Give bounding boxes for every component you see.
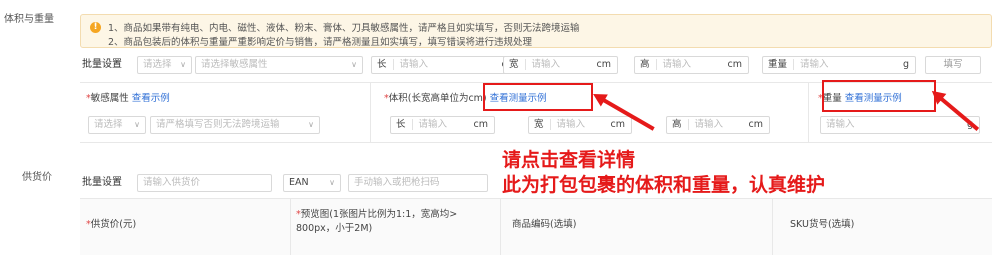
- header-label-line-1: 预览图(1张图片比例为1:1，宽高均>: [300, 209, 458, 220]
- input-placeholder: 请输入: [800, 59, 829, 70]
- input-placeholder: 请输入: [531, 59, 561, 70]
- annotation-text-line-2: 此为打包包裹的体积和重量，认真维护: [502, 174, 826, 196]
- unit-cm: cm: [727, 59, 742, 70]
- view-example-link[interactable]: 查看示例: [132, 93, 170, 104]
- select-placeholder: 请严格填写否则无法跨境运输: [156, 119, 280, 130]
- chevron-down-icon: ∨: [329, 178, 335, 187]
- column-divider: [370, 82, 371, 142]
- row-length-input[interactable]: 长请输入 cm: [390, 116, 495, 134]
- table-bottom-border: [80, 142, 992, 143]
- chevron-down-icon: ∨: [180, 60, 186, 69]
- header-label: 体积(长宽高单位为cm): [388, 93, 487, 104]
- highlight-box-weight-link: [822, 80, 936, 112]
- warning-line-2: 2、商品包装后的体积与重量严重影响定价与销售，请严格测量且如实填写，填写错误将进…: [108, 37, 533, 48]
- header-preview-image: *预览图(1张图片比例为1:1，宽高均> 800px，小于2M): [296, 208, 457, 236]
- batch-select-sensitive-attribute[interactable]: 请选择敏感属性 ∨: [195, 56, 363, 74]
- column-divider: [500, 198, 501, 255]
- code-type-select[interactable]: EAN ∨: [283, 174, 341, 192]
- header-label: 敏感属性: [90, 93, 129, 104]
- select-placeholder: 请选择敏感属性: [201, 59, 268, 70]
- input-placeholder: 请输入: [399, 59, 429, 70]
- supply-batch-setting-label: 批量设置: [82, 177, 122, 188]
- warning-box: ! 1、商品如果带有纯电、内电、磁性、液体、粉末、膏体、刀具敏感属性，请严格且如…: [80, 14, 992, 48]
- width-label: 宽: [534, 119, 551, 130]
- row-select-sensitive-attribute[interactable]: 请严格填写否则无法跨境运输 ∨: [150, 116, 320, 134]
- unit-cm: cm: [596, 59, 611, 70]
- row-height-input[interactable]: 高请输入 cm: [666, 116, 770, 134]
- height-label: 高: [672, 119, 689, 130]
- row-weight-input[interactable]: 请输入 g: [820, 116, 980, 134]
- column-divider: [808, 82, 809, 142]
- column-divider: [290, 198, 291, 255]
- header-product-code: 商品编码(选填): [512, 219, 577, 230]
- batch-weight-input[interactable]: 重量 请输入 g: [762, 56, 916, 74]
- unit-g: g: [902, 59, 909, 70]
- section-label-supply-price: 供货价: [22, 172, 52, 183]
- input-placeholder: 请输入: [418, 119, 448, 130]
- header-label-line-2: 800px，小于2M): [296, 223, 373, 234]
- warning-line-1: 1、商品如果带有纯电、内电、磁性、液体、粉末、膏体、刀具敏感属性，请严格且如实填…: [108, 23, 580, 34]
- batch-length-input[interactable]: 长请输入 cm: [371, 56, 523, 74]
- header-supply-price: *供货价(元): [86, 216, 136, 230]
- header-sensitive-attribute: *敏感属性 查看示例: [86, 90, 170, 104]
- fill-button[interactable]: 填写: [925, 56, 981, 74]
- row-select-attribute-type[interactable]: 请选择 ∨: [88, 116, 146, 134]
- chevron-down-icon: ∨: [134, 120, 140, 129]
- batch-height-input[interactable]: 高请输入 cm: [634, 56, 749, 74]
- select-placeholder: 请选择: [94, 119, 123, 130]
- batch-select-attribute-type[interactable]: 请选择 ∨: [137, 56, 192, 74]
- row-width-input[interactable]: 宽请输入 cm: [528, 116, 632, 134]
- input-placeholder: 请输入: [694, 119, 724, 130]
- input-placeholder: 请输入: [556, 119, 586, 130]
- supply-price-input[interactable]: 请输入供货价: [137, 174, 272, 192]
- highlight-box-volume-link: [483, 83, 593, 111]
- annotation-text-line-1: 请点击查看详情: [502, 149, 636, 171]
- height-label: 高: [640, 59, 657, 70]
- section-label-dimensions: 体积与重量: [4, 14, 54, 25]
- batch-width-input[interactable]: 宽请输入 cm: [503, 56, 618, 74]
- select-value: EAN: [289, 177, 309, 188]
- input-placeholder: 请输入: [826, 119, 855, 130]
- column-divider: [772, 198, 773, 255]
- header-label: 供货价(元): [90, 219, 137, 230]
- length-label: 长: [377, 59, 394, 70]
- length-label: 长: [396, 119, 413, 130]
- code-input[interactable]: 手动输入或把枪扫码: [348, 174, 488, 192]
- unit-cm: cm: [473, 119, 488, 130]
- input-placeholder: 请输入: [662, 59, 692, 70]
- chevron-down-icon: ∨: [308, 120, 314, 129]
- warning-icon: !: [90, 22, 101, 33]
- select-placeholder: 请选择: [143, 59, 172, 70]
- unit-cm: cm: [748, 119, 763, 130]
- unit-cm: cm: [610, 119, 625, 130]
- chevron-down-icon: ∨: [351, 60, 357, 69]
- header-sku: SKU货号(选填): [790, 219, 855, 230]
- weight-label: 重量: [768, 59, 795, 70]
- batch-setting-label: 批量设置: [82, 59, 122, 70]
- width-label: 宽: [509, 59, 526, 70]
